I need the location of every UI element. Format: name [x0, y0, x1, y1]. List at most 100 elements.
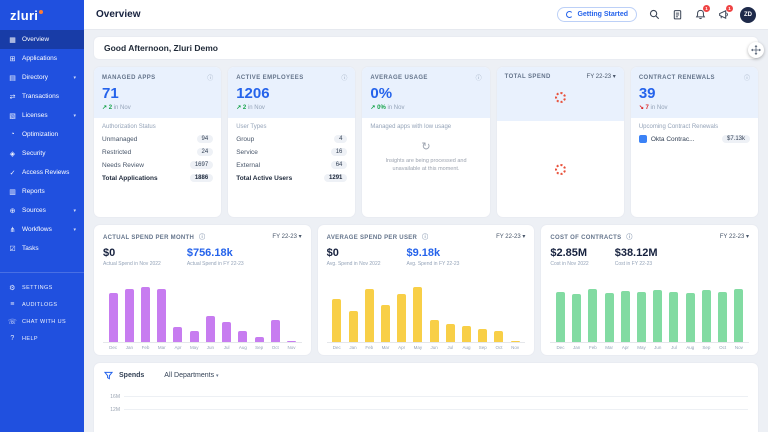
renewal-name: Okta Contrac... [651, 136, 718, 143]
fiscal-year-dropdown[interactable]: FY 22-23 ▾ [496, 233, 525, 240]
sidebar-item-tasks[interactable]: ☑Tasks [0, 239, 84, 258]
info-icon[interactable]: ⓘ [341, 73, 347, 82]
sidebar-item-workflows[interactable]: ⋔Workflows▾ [0, 220, 84, 239]
bar [238, 331, 247, 342]
sidebar-item-help[interactable]: ? HELP [0, 330, 84, 347]
card-title: AVERAGE USAGE [370, 75, 427, 81]
search-icon[interactable] [648, 9, 660, 21]
bar-column [507, 341, 523, 342]
renewal-row[interactable]: Okta Contrac... $7.13k [639, 135, 750, 143]
move-cursor-icon [748, 42, 764, 58]
chart-stats: $0Actual Spend in Nov 2022 $756.18kActua… [103, 247, 302, 267]
sidebar-item-chat-with-us[interactable]: ☏CHAT WITH US [0, 313, 84, 330]
renewal-amount: $7.13k [722, 135, 750, 143]
sidebar-item-access-reviews[interactable]: ✓Access Reviews [0, 163, 84, 182]
bar-column [283, 341, 299, 342]
stat-value: $0 [103, 247, 161, 259]
bar [271, 320, 280, 342]
x-axis-label: Jun [202, 345, 218, 350]
processing-spinner-icon: ↻ [421, 140, 430, 153]
metric-row: Total Active Users1291 [236, 174, 347, 182]
avatar[interactable]: ZD [740, 7, 756, 23]
chart-title: COST OF CONTRACTS ⓘ [550, 232, 632, 241]
bar [572, 294, 581, 342]
card-title: MANAGED APPS [102, 75, 156, 81]
sidebar-item-auditlogs[interactable]: ≡AUDITLOGS [0, 296, 84, 313]
info-icon[interactable]: ⓘ [744, 73, 750, 82]
card-title: CONTRACT RENEWALS [639, 75, 715, 81]
metric-row-label: Needs Review [102, 162, 144, 169]
bar [222, 322, 231, 342]
bar [190, 331, 199, 342]
bar-column [137, 287, 153, 342]
sidebar-item-label: Directory [22, 74, 48, 81]
getting-started-button[interactable]: Getting Started [557, 7, 637, 22]
filter-funnel-icon[interactable] [104, 371, 113, 380]
optimization-icon: ◔ [8, 131, 17, 138]
sidebar-item-optimization[interactable]: ◔Optimization [0, 125, 84, 144]
info-icon[interactable]: ⓘ [199, 235, 205, 241]
transactions-icon: ⇄ [8, 93, 17, 101]
info-icon[interactable]: ⓘ [207, 73, 213, 82]
fiscal-year-dropdown[interactable]: FY 22-23 ▾ [587, 73, 616, 80]
bar [381, 305, 390, 342]
logo-text: zluri [10, 8, 38, 23]
sidebar-item-directory[interactable]: ▤Directory▾ [0, 68, 84, 87]
bar-column [329, 299, 345, 342]
info-icon[interactable]: ⓘ [626, 235, 632, 241]
sidebar-item-reports[interactable]: ▥Reports [0, 182, 84, 201]
spends-label: Spends [119, 372, 144, 379]
bar [462, 326, 471, 342]
sidebar-item-label: Licenses [22, 112, 48, 119]
loading-spinner-icon [555, 164, 566, 175]
sidebar-item-transactions[interactable]: ⇄Transactions [0, 87, 84, 106]
fiscal-year-dropdown[interactable]: FY 22-23 ▾ [720, 233, 749, 240]
bar-column [377, 305, 393, 342]
sidebar-item-sources[interactable]: ⊕Sources▾ [0, 201, 84, 220]
sidebar-item-label: Overview [22, 36, 49, 43]
reports-icon: ▥ [8, 188, 17, 196]
bar [349, 311, 358, 342]
clipboard-icon[interactable] [671, 9, 683, 21]
x-axis-label: Jun [426, 345, 442, 350]
sidebar-item-label: Sources [22, 207, 46, 214]
trend: ↘ 7 in Nov [639, 104, 750, 111]
sidebar-item-label: AUDITLOGS [22, 302, 57, 308]
metric-row-value: 94 [197, 135, 214, 143]
announcements-icon[interactable]: 1 [717, 9, 729, 21]
notifications-bell-icon[interactable]: 1 [694, 9, 706, 21]
empty-state-text: Insights are being processed and unavail… [379, 157, 474, 174]
bar [556, 292, 565, 342]
sidebar-item-applications[interactable]: ⊞Applications [0, 49, 84, 68]
security-icon: ◈ [8, 150, 17, 158]
bar-column [267, 320, 283, 342]
metric-row: Restricted24 [102, 148, 213, 156]
page-title: Overview [96, 9, 140, 20]
sidebar-item-licenses[interactable]: ▧Licenses▾ [0, 106, 84, 125]
metric-row-label: Unmanaged [102, 136, 137, 143]
sidebar-item-label: HELP [22, 336, 38, 342]
bar [109, 293, 118, 342]
sidebar-item-security[interactable]: ◈Security [0, 144, 84, 163]
metric-row-label: Total Active Users [236, 175, 292, 182]
sidebar-item-settings[interactable]: ⚙SETTINGS [0, 279, 84, 296]
sidebar-item-overview[interactable]: ▦Overview [0, 30, 84, 49]
trend-up-arrow: ↗ [102, 105, 109, 111]
metric-row-label: Restricted [102, 149, 131, 156]
chevron-down-icon: ▾ [73, 208, 76, 214]
card-header: AVERAGE USAGE ⓘ 0% ↗ 0% in Nov [362, 67, 489, 118]
content-area: Good Afternoon, Zluri Demo MANAGED APPS … [84, 30, 768, 432]
x-axis-labels: DecJanFebMarAprMayJunJulAugSepOctNov [550, 345, 749, 350]
help-icon: ? [8, 335, 17, 342]
fiscal-year-dropdown[interactable]: FY 22-23 ▾ [272, 233, 301, 240]
x-axis-label: Jan [121, 345, 137, 350]
bar [718, 292, 727, 342]
info-icon[interactable]: ⓘ [422, 235, 428, 241]
info-icon[interactable]: ⓘ [476, 73, 482, 82]
bar-column [585, 289, 601, 342]
department-filter-dropdown[interactable]: All Departments ▾ [164, 372, 218, 379]
section-label: Authorization Status [102, 124, 213, 130]
bar [413, 287, 422, 342]
trend-down-arrow: ↘ [639, 105, 646, 111]
bar-column [361, 289, 377, 342]
